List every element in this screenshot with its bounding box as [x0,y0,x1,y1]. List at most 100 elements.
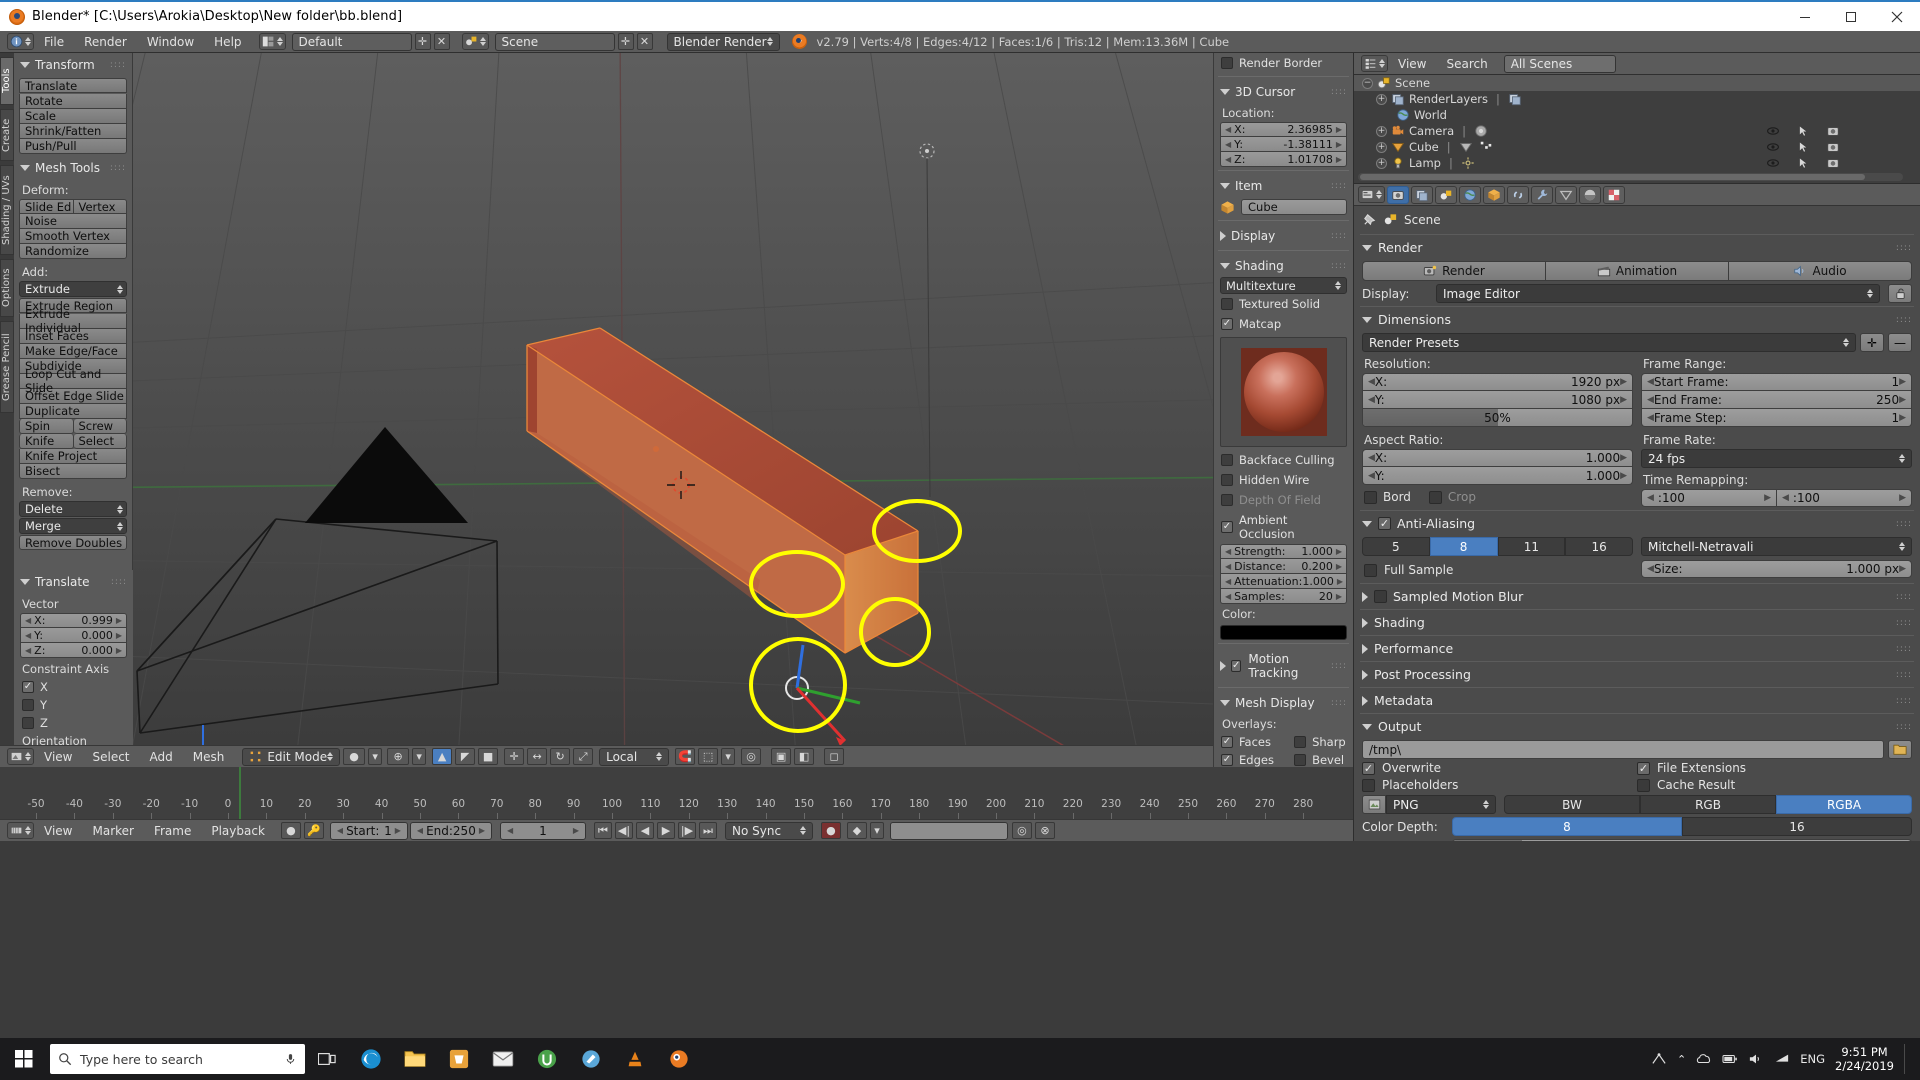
frame-step-field[interactable]: ◀ Frame Step: 1 ▶ [1641,409,1912,427]
overwrite-toggle[interactable]: Overwrite [1362,761,1637,775]
jump-end-button[interactable]: ⏭ [698,822,717,839]
toolshelf-tab-grease-pencil[interactable]: Grease Pencil [0,321,14,413]
checkbox-icon[interactable] [1221,754,1233,766]
taskbar-search-box[interactable]: Type here to search [50,1044,305,1074]
start-frame-field[interactable]: ◀ Start Frame: 1 ▶ [1641,373,1912,391]
color-mode-rgba[interactable]: RGBA [1776,795,1912,814]
checkbox-icon[interactable] [1364,490,1377,504]
properties-tab-object[interactable] [1483,185,1505,204]
constraint-axis-z[interactable]: Z [14,714,133,732]
panel-header-performance[interactable]: Performance :::: [1354,637,1920,660]
panel-header-sampled-motion-blur[interactable]: Sampled Motion Blur :::: [1354,585,1920,608]
tool-scale[interactable]: Scale [19,109,127,124]
jump-start-button[interactable]: ⏮ [593,822,612,839]
cursor-location-y[interactable]: ◀ Y: -1.38111 ▶ [1220,137,1347,152]
checkbox-icon[interactable] [1362,778,1375,792]
cursor-arrow-icon[interactable] [1796,124,1810,138]
display-lock-button[interactable] [1888,284,1912,303]
tool-rotate[interactable]: Rotate [19,94,127,109]
maximize-button[interactable] [1828,1,1874,32]
tool-knife-select[interactable]: Select [73,434,127,449]
cache-result-toggle[interactable]: Cache Result [1637,778,1912,792]
add-scene-button[interactable]: ✛ [617,33,634,50]
outliner-row-lamp[interactable]: + Lamp | [1354,155,1920,171]
snap-dropdown[interactable]: ▾ [721,748,736,765]
timeline-menu-playback[interactable]: Playback [201,820,275,842]
properties-tab-texture[interactable] [1603,185,1625,204]
panel-header-translate-operator[interactable]: Translate :::: [14,570,133,593]
language-indicator[interactable]: ENG [1800,1052,1825,1066]
color-mode-rgb[interactable]: RGB [1640,795,1776,814]
clock[interactable]: 9:51 PM 2/24/2019 [1835,1045,1894,1073]
panel-header-anti-aliasing[interactable]: Anti-Aliasing :::: [1354,512,1920,535]
shading-method-dropdown[interactable]: Multitexture [1220,277,1347,294]
increment-arrow-icon[interactable]: ▶ [1337,577,1343,586]
paint-icon[interactable] [569,1038,613,1080]
panel-header-mesh-tools[interactable]: Mesh Tools :::: [14,156,132,179]
tool-slide-edge[interactable]: Slide Ed [19,199,74,214]
menu-help[interactable]: Help [204,31,251,53]
aa-sample-5[interactable]: 5 [1362,537,1430,556]
checkbox-icon[interactable] [1637,778,1650,792]
aa-filter-size-field[interactable]: ◀ Size: 1.000 px ▶ [1641,560,1912,578]
vertex-group-icon[interactable] [1479,140,1493,154]
render-camera-icon[interactable] [1826,156,1840,170]
tool-loop-cut-and-slide[interactable]: Loop Cut and Slide [19,367,127,395]
increment-arrow-icon[interactable]: ▶ [1336,140,1342,149]
panel-header-render[interactable]: Render :::: [1354,236,1920,259]
timeline-playhead[interactable] [239,767,241,819]
share-icon[interactable] [1651,1052,1667,1066]
scene-browse-icon-box[interactable] [461,33,489,50]
dropdown-delete[interactable]: Delete [19,501,127,517]
resolution-x-field[interactable]: ◀ X: 1920 px ▶ [1362,373,1633,391]
overlay-edges-toggle[interactable]: Edges [1214,751,1292,767]
timeline-menu-view[interactable]: View [34,820,82,842]
panel-header-shading-props[interactable]: Shading :::: [1354,611,1920,634]
checkbox-icon[interactable] [1378,517,1391,530]
tool-duplicate[interactable]: Duplicate [19,404,127,419]
tool-extrude-individual[interactable]: Extrude Individual [19,307,127,335]
crop-toggle[interactable]: Crop [1428,490,1476,504]
edge-select-mode-button[interactable]: ◤ [455,748,476,765]
decrement-arrow-icon[interactable]: ◀ [25,646,31,655]
edge-icon[interactable] [349,1038,393,1080]
eye-icon[interactable] [1766,124,1780,138]
color-mode-bw[interactable]: BW [1504,795,1640,814]
collapse-icon[interactable]: − [1362,77,1373,89]
ao-color-swatch[interactable] [1220,625,1347,640]
insert-keyframe-button[interactable]: ◎ [1011,822,1032,839]
depth-of-field-toggle[interactable]: Depth Of Field [1214,490,1353,510]
renderlayer-item-icon[interactable] [1508,92,1522,106]
toolshelf-tab-tools[interactable]: Tools [0,57,14,105]
manipulator-rotate-button[interactable]: ↻ [550,748,571,765]
textured-solid-toggle[interactable]: Textured Solid [1214,294,1353,314]
output-path-field[interactable]: /tmp\ [1362,740,1884,759]
start-button[interactable] [0,1038,48,1080]
menu-file[interactable]: File [34,31,74,53]
properties-tab-world[interactable] [1459,185,1481,204]
constraint-axis-y[interactable]: Y [14,696,133,714]
file-extensions-toggle[interactable]: File Extensions [1637,761,1912,775]
checkbox-icon[interactable] [1221,318,1233,330]
tool-screw[interactable]: Screw [73,419,127,434]
tool-spin[interactable]: Spin [19,419,74,434]
tool-translate[interactable]: Translate [19,78,127,93]
checkbox-icon[interactable] [1374,590,1387,603]
checkbox-icon[interactable] [1221,298,1233,310]
outliner-row-scene[interactable]: − Scene [1354,75,1920,91]
dropdown-extrude[interactable]: Extrude [19,281,127,297]
checkbox-icon[interactable] [22,681,34,693]
ao-samples-field[interactable]: ◀ Samples: 20 ▶ [1220,589,1347,604]
time-remap-new-field[interactable]: ◀:100 ▶ [1777,489,1912,507]
delete-scene-button[interactable]: ✕ [636,33,653,50]
increment-arrow-icon[interactable]: ▶ [1336,155,1342,164]
keying-set-button[interactable]: 🔑 [303,822,324,839]
checkbox-icon[interactable] [1221,494,1233,506]
viewport-menu-select[interactable]: Select [82,746,139,768]
render-presets-dropdown[interactable]: Render Presets [1362,333,1856,352]
file-format-icon-box[interactable] [1362,795,1386,814]
next-keyframe-button[interactable]: |▶ [677,822,696,839]
render-animation-button[interactable]: Animation [1546,261,1729,281]
checkbox-icon[interactable] [1428,490,1442,504]
overlay-faces-toggle[interactable]: Faces [1214,733,1292,751]
